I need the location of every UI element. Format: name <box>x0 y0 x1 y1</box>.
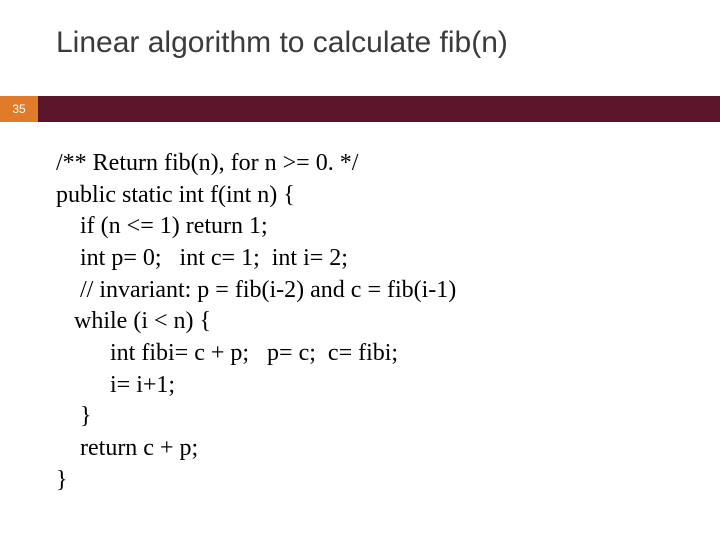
header-bar <box>38 96 720 122</box>
code-line: } <box>56 467 68 493</box>
code-line: if (n <= 1) return 1; <box>56 213 268 239</box>
slide: Linear algorithm to calculate fib(n) 35 … <box>0 0 720 540</box>
code-line: while (i < n) { <box>56 308 211 334</box>
code-line: } <box>56 403 92 429</box>
header-band: 35 <box>0 96 720 122</box>
code-line: public static int f(int n) { <box>56 182 295 208</box>
slide-title: Linear algorithm to calculate fib(n) <box>56 26 508 60</box>
code-line: return c + p; <box>56 435 198 461</box>
code-line: // invariant: p = fib(i-2) and c = fib(i… <box>56 277 456 303</box>
code-line: /** Return fib(n), for n >= 0. */ <box>56 150 358 176</box>
code-block: /** Return fib(n), for n >= 0. */ public… <box>56 148 456 496</box>
slide-number-box: 35 <box>0 96 38 122</box>
code-line: i= i+1; <box>56 372 175 398</box>
code-line: int p= 0; int c= 1; int i= 2; <box>56 245 348 271</box>
code-line: int fibi= c + p; p= c; c= fibi; <box>56 340 398 366</box>
